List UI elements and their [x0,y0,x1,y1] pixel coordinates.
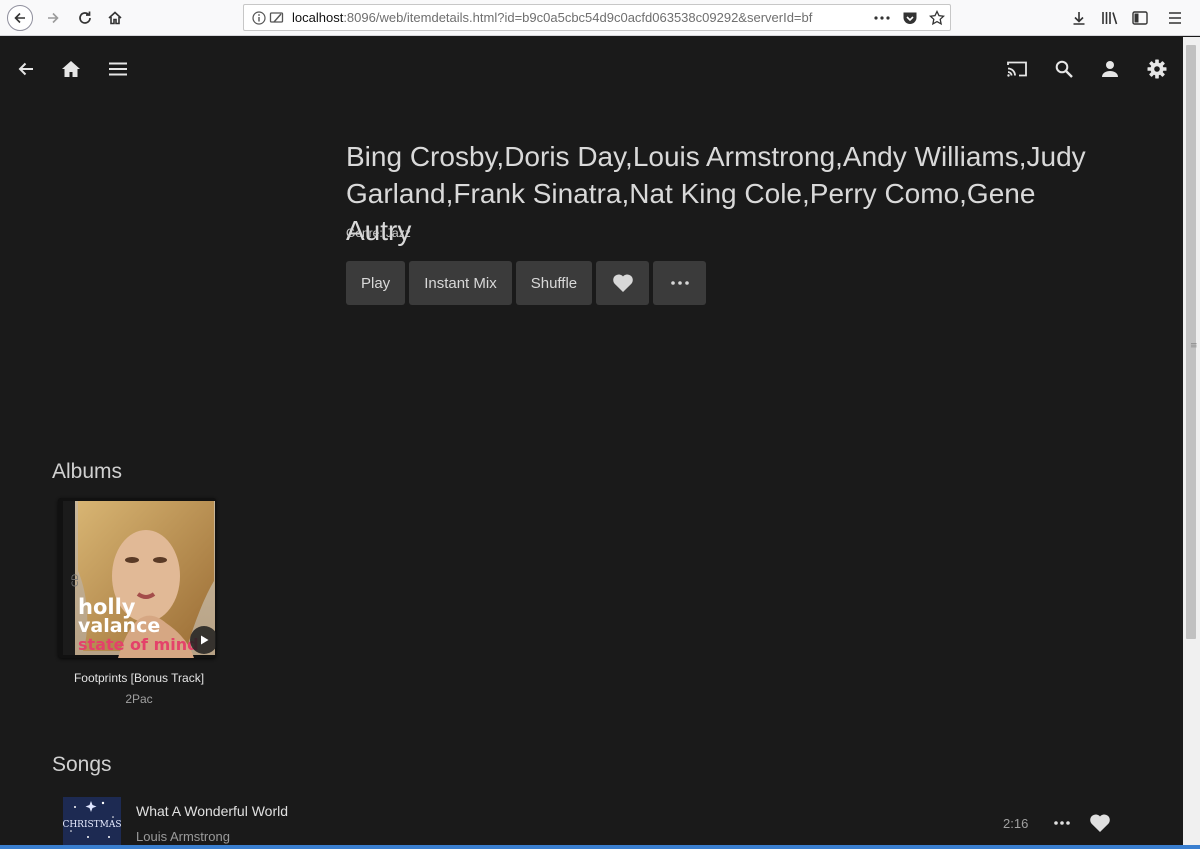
menu-icon[interactable] [1165,8,1185,28]
heart-icon [612,274,633,292]
song-favorite-heart-icon[interactable] [1088,812,1112,834]
window-bottom-edge [0,845,1200,849]
album-artist[interactable]: 2Pac [58,692,220,706]
url-bar[interactable]: localhost:8096/web/itemdetails.html?id=b… [243,4,951,31]
thumb-text: CHRISTMAS [63,820,121,830]
more-options-button[interactable] [653,261,707,305]
artist-name-title: Bing Crosby,Doris Day,Louis Armstrong,An… [346,141,1086,246]
info-icon[interactable] [252,10,266,25]
song-title[interactable]: What A Wonderful World [136,803,288,819]
song-cover-art: CHRISTMAS [63,797,121,845]
library-icon[interactable] [1100,8,1120,28]
pocket-icon[interactable] [901,9,919,27]
cover-text-state-of-mind: state of mind [78,635,199,654]
play-button[interactable]: Play [346,261,406,305]
home-icon[interactable] [59,57,83,81]
app-header [0,37,1183,99]
download-icon[interactable] [1069,8,1089,28]
back-arrow-icon[interactable] [14,57,38,81]
url-host: localhost [292,10,344,25]
song-duration: 2:16 [1003,816,1029,831]
url-path: :8096/web/itemdetails.html?id=b9c0a5cbc5… [343,10,813,25]
albums-heading: Albums [52,460,123,483]
hamburger-menu-icon[interactable] [106,57,130,81]
shuffle-button[interactable]: Shuffle [515,261,593,305]
forward-icon[interactable] [40,5,66,31]
user-icon[interactable] [1098,57,1122,81]
song-thumbnail[interactable]: CHRISTMAS [63,797,121,845]
scrollbar-thumb[interactable]: ≡ [1186,45,1198,639]
reload-icon[interactable] [72,5,98,31]
settings-gear-icon[interactable] [1145,57,1169,81]
home-icon[interactable] [102,5,128,31]
instant-mix-button[interactable]: Instant Mix [409,261,512,305]
permissions-icon[interactable] [269,10,285,26]
album-card[interactable]: CD holly valance state of mind Footprint… [58,498,220,706]
album-cover[interactable]: CD holly valance state of mind [58,498,216,658]
action-buttons: Play Instant Mix Shuffle [346,261,707,305]
song-artist[interactable]: Louis Armstrong [136,829,230,844]
search-icon[interactable] [1052,57,1076,81]
song-row[interactable]: CHRISTMAS What A Wonderful World Louis A… [63,797,1123,845]
album-title[interactable]: Footprints [Bonus Track] [58,671,220,685]
genre-label[interactable]: Genre: Jazz [346,226,411,240]
album-play-button[interactable] [190,626,216,654]
favorite-button[interactable] [596,261,650,305]
bookmark-star-icon[interactable] [928,9,946,27]
play-triangle-icon [201,635,209,645]
cover-text-valance: valance [78,615,160,637]
url-text[interactable]: localhost:8096/web/itemdetails.html?id=b… [292,10,842,25]
back-icon[interactable] [7,5,33,31]
sidebar-icon[interactable] [1130,8,1150,28]
svg-text:CD: CD [71,574,81,587]
cast-icon[interactable] [1005,57,1029,81]
song-more-options-icon[interactable] [1049,813,1075,833]
page-actions-icon[interactable] [873,9,891,27]
browser-toolbar: localhost:8096/web/itemdetails.html?id=b… [0,0,1200,36]
page-scrollbar[interactable]: ≡ [1183,37,1200,845]
songs-heading: Songs [52,753,112,776]
more-dots-icon [670,281,689,285]
scrollbar-grip-icon: ≡ [1190,341,1198,351]
